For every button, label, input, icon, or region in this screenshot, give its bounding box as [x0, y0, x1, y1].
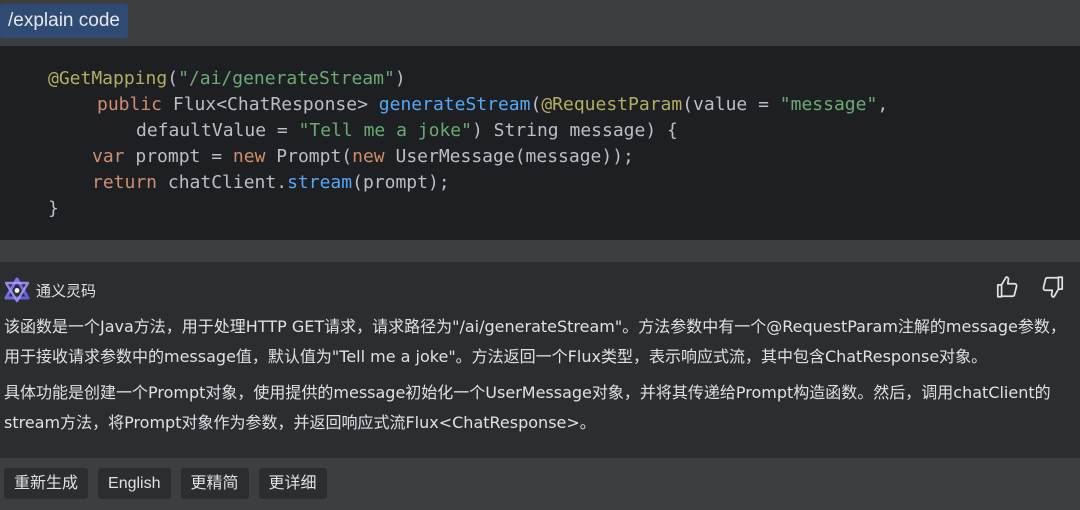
code-token: var [92, 146, 136, 167]
code-line: @GetMapping("/ai/generateStream") [48, 66, 406, 92]
code-token: , [877, 94, 889, 115]
code-block: @GetMapping("/ai/generateStream") public… [0, 46, 1080, 240]
code-token: ) String message) { [471, 120, 678, 141]
code-token: @RequestParam [541, 94, 683, 115]
code-token: ) [394, 68, 406, 89]
code-token: "/ai/generateStream" [178, 68, 395, 89]
code-token: defaultValue = [136, 120, 299, 141]
action-bar: 重新生成 English 更精简 更详细 [4, 468, 327, 499]
assistant-name: 通义灵码 [36, 281, 97, 300]
code-line: defaultValue = "Tell me a joke") String … [136, 118, 678, 144]
code-token: return [92, 172, 168, 193]
code-token: UserMessage(message)); [395, 146, 634, 167]
slash-command-chip: /explain code [0, 4, 128, 38]
code-token: "Tell me a joke" [298, 120, 472, 141]
code-token: chatClient. [167, 172, 288, 193]
code-line: public Flux<ChatResponse> generateStream… [97, 92, 888, 118]
assistant-response: 通义灵码 该函数是一个Java方法，用于处理HTTP GET请求，请求路径为"/… [0, 262, 1080, 458]
code-token: (prompt); [352, 172, 450, 193]
code-token: ( [167, 68, 179, 89]
tongyi-lingma-logo-icon [4, 277, 30, 303]
code-token: Prompt( [276, 146, 353, 167]
code-line: var prompt = new Prompt(new UserMessage(… [92, 144, 634, 170]
code-token: Flux<ChatResponse> [172, 94, 379, 115]
divider [0, 240, 1080, 262]
more-concise-button[interactable]: 更精简 [180, 468, 249, 499]
code-token: ( [530, 94, 542, 115]
response-paragraph: 该函数是一个Java方法，用于处理HTTP GET请求，请求路径为"/ai/ge… [4, 317, 1066, 366]
regenerate-button[interactable]: 重新生成 [4, 468, 89, 499]
code-line: } [48, 196, 59, 222]
code-token: generateStream [378, 94, 531, 115]
code-token: @GetMapping [48, 68, 168, 89]
english-button[interactable]: English [98, 468, 171, 499]
feedback-group [994, 274, 1066, 300]
code-token: public [97, 94, 173, 115]
user-prompt-area: /explain code [0, 0, 1080, 46]
thumbs-down-icon[interactable] [1040, 274, 1066, 300]
code-token: } [48, 198, 59, 219]
code-token: (value = [682, 94, 780, 115]
code-token: new [232, 146, 277, 167]
thumbs-up-icon[interactable] [994, 274, 1020, 300]
code-line: return chatClient.stream(prompt); [92, 170, 450, 196]
more-detailed-button[interactable]: 更详细 [258, 468, 327, 499]
code-token: "message" [779, 94, 878, 115]
code-token: stream [287, 172, 353, 193]
assistant-header: 通义灵码 [4, 276, 96, 304]
code-token: prompt = [135, 146, 233, 167]
response-paragraph: 具体功能是创建一个Prompt对象，使用提供的message初始化一个UserM… [4, 383, 1051, 432]
code-token: new [352, 146, 396, 167]
